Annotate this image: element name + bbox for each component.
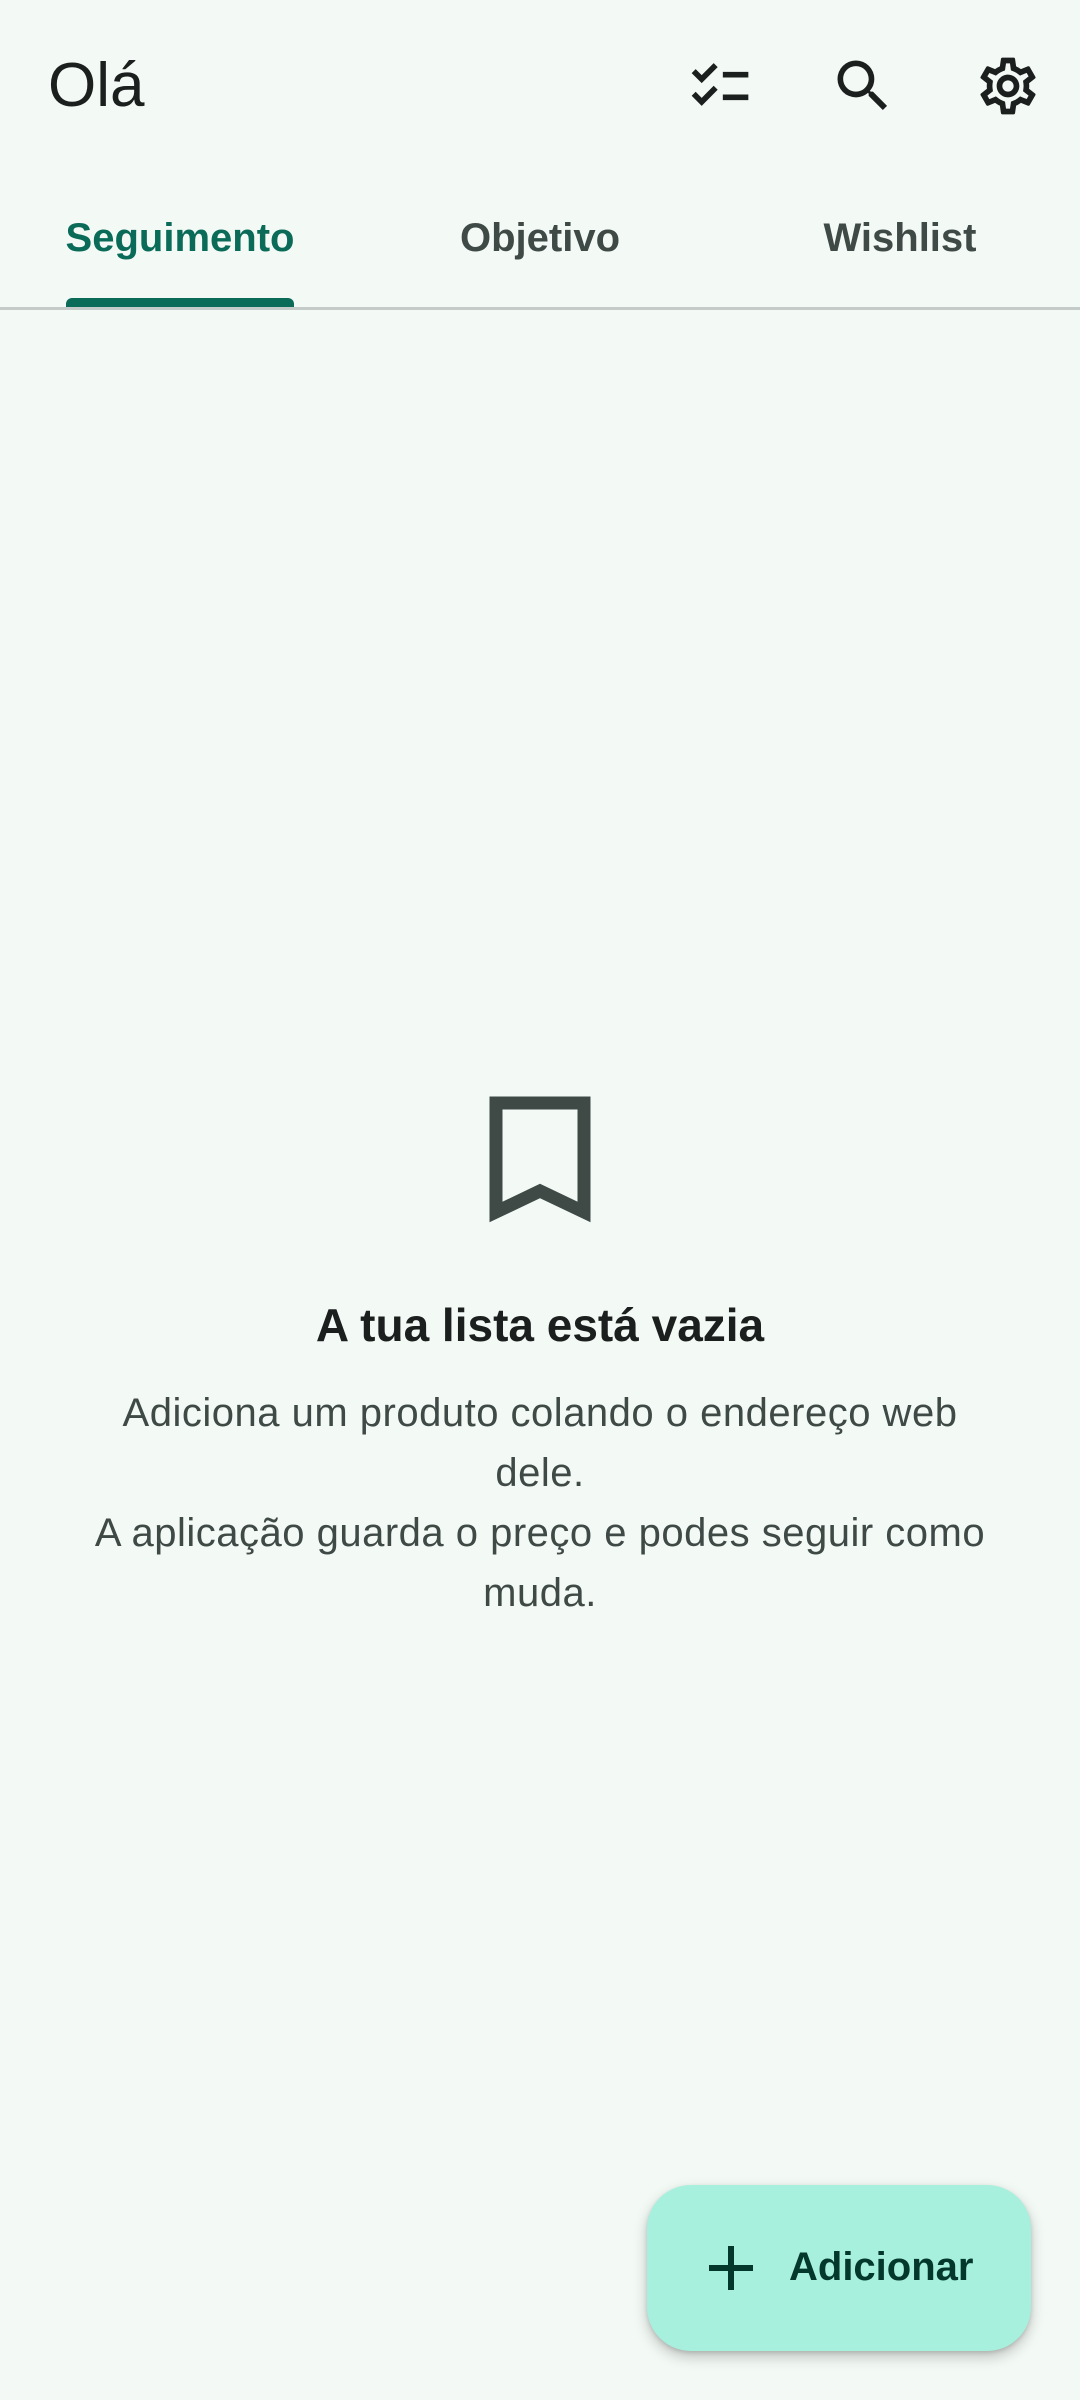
- empty-state-description: Adiciona um produto colando o endereço w…: [94, 1391, 986, 1615]
- gear-icon: [980, 57, 1036, 115]
- checklist-button[interactable]: [672, 38, 768, 134]
- app-title: Olá: [48, 51, 145, 120]
- bookmark-icon: [489, 1096, 591, 1223]
- top-app-bar: Olá: [0, 0, 1080, 170]
- tab-bar: Seguimento Objetivo Wishlist: [0, 170, 1080, 310]
- search-button[interactable]: [815, 38, 911, 134]
- empty-state-title: A tua lista está vazia: [315, 1299, 765, 1351]
- active-tab-indicator: [66, 298, 294, 307]
- tab-wishlist[interactable]: Wishlist: [720, 170, 1080, 307]
- add-product-button[interactable]: Adicionar: [647, 2185, 1031, 2351]
- plus-icon: [709, 2246, 753, 2290]
- tab-seguimento[interactable]: Seguimento: [0, 170, 360, 307]
- checklist-icon: [691, 63, 749, 106]
- tab-objetivo[interactable]: Objetivo: [360, 170, 720, 307]
- settings-button[interactable]: [960, 38, 1056, 134]
- add-product-label: Adicionar: [789, 2245, 974, 2289]
- empty-state: A tua lista está vazia Adiciona um produ…: [0, 1095, 1080, 1623]
- search-icon: [837, 60, 888, 111]
